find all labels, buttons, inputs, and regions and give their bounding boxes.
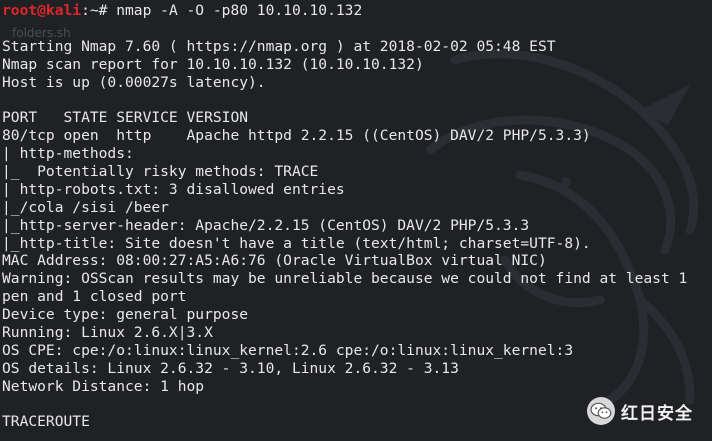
output-line: OS CPE: cpe:/o:linux:linux_kernel:2.6 cp… [2,341,574,359]
output-line: |_http-server-header: Apache/2.2.15 (Cen… [2,216,530,234]
output-line: 80/tcp open http Apache httpd 2.2.15 ((C… [2,127,591,145]
output-line: Device type: general purpose [2,306,249,324]
watermark-text: 红日安全 [621,403,693,424]
output-line: Host is up (0.00027s latency). [2,73,266,91]
watermark: 红日安全 [587,397,693,425]
prompt-command: nmap -A -O -p80 10.10.10.132 [107,2,363,19]
terminal-output: root@kali:~# nmap -A -O -p80 10.10.10.13… [2,2,687,431]
output-line: |_ Potentially risky methods: TRACE [2,163,319,181]
output-line: | http-robots.txt: 3 disallowed entries [2,180,345,198]
output-line: | http-methods: [2,145,134,163]
output-line: pen and 1 closed port [2,288,187,306]
output-line: Nmap scan report for 10.10.10.132 (10.10… [2,55,424,73]
output-line: |_/cola /sisi /beer [2,198,169,216]
output-line: PORT STATE SERVICE VERSION [2,109,249,127]
output-line: Running: Linux 2.6.X|3.X [2,324,213,342]
prompt-user-host: root@kali [2,2,82,19]
wechat-icon [587,397,615,425]
output-line: Warning: OSScan results may be unreliabl… [2,270,688,288]
output-line: Network Distance: 1 hop [2,377,205,395]
prompt-line: root@kali:~# nmap -A -O -p80 10.10.10.13… [2,2,687,20]
output-line: |_http-title: Site doesn't have a title … [2,234,591,252]
output-line: MAC Address: 08:00:27:A5:A6:76 (Oracle V… [2,252,547,270]
output-line: TRACEROUTE [2,413,90,431]
prompt-path: :~# [81,2,108,19]
output-line: OS details: Linux 2.6.32 - 3.10, Linux 2… [2,359,459,377]
output-line: Starting Nmap 7.60 ( https://nmap.org ) … [2,37,556,55]
terminal-window[interactable]: folders.sh root@kali:~# nmap -A -O -p80 … [0,0,712,441]
